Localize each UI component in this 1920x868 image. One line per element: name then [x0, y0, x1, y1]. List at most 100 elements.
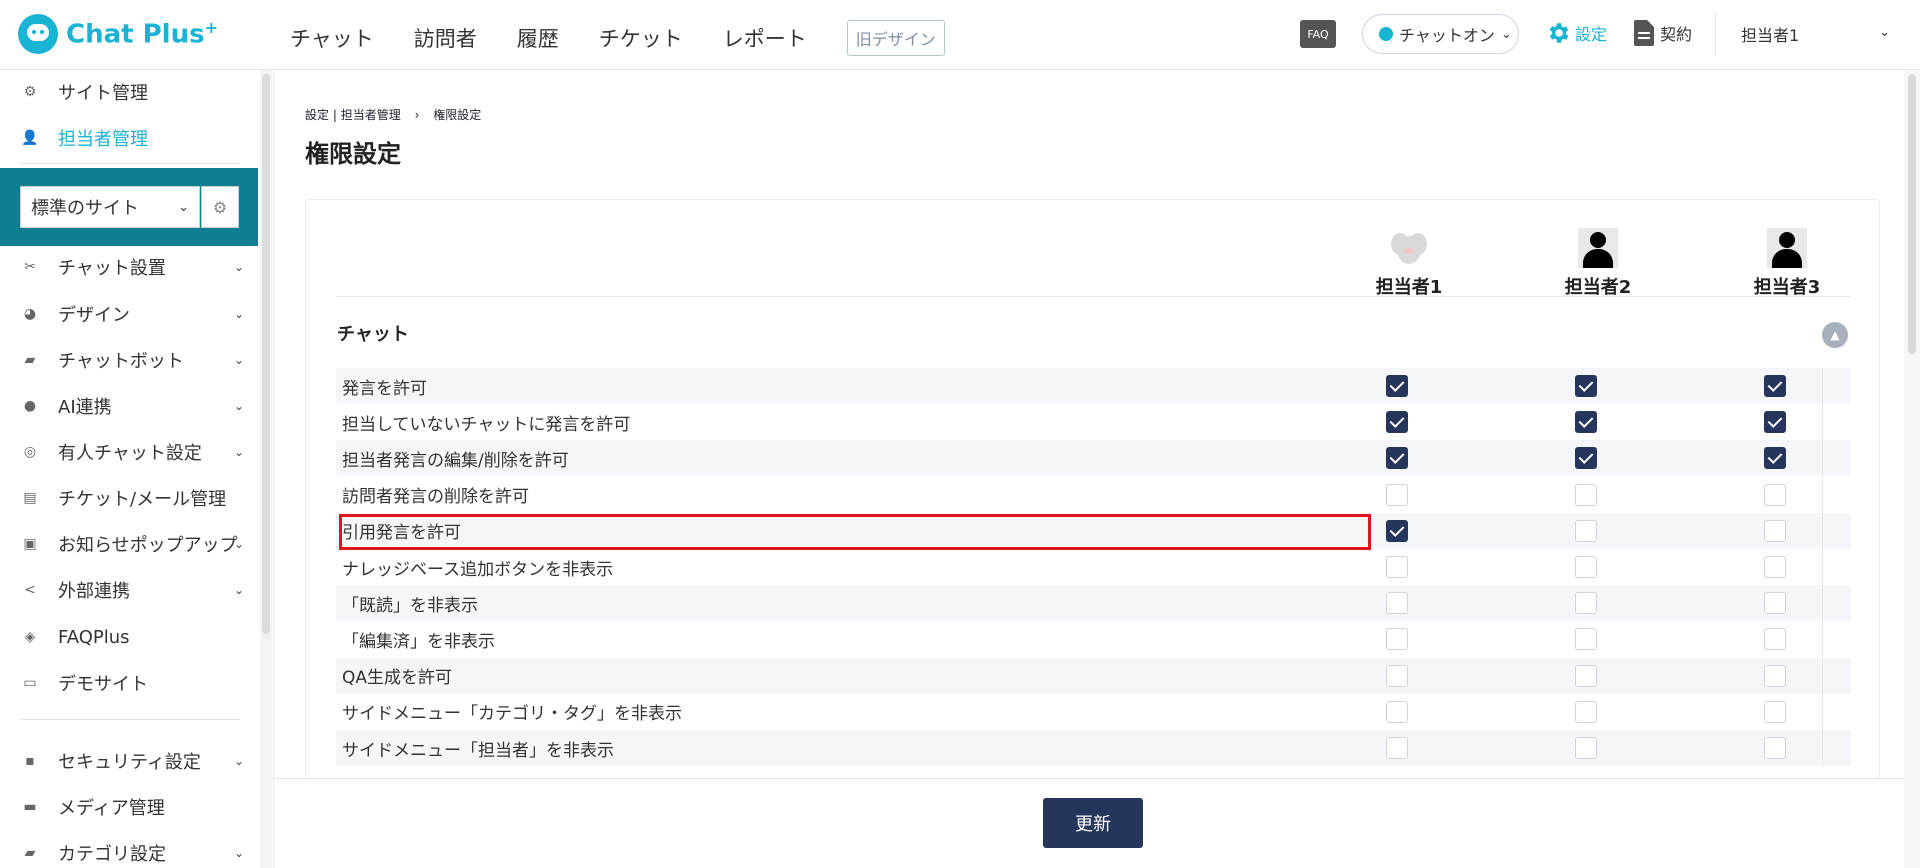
- sidebar-item-faqplus[interactable]: ◈ FAQPlus: [0, 617, 258, 657]
- permissions-panel: 担当者1 担当者2 担当者3 チャット ▲ 発言を許可 担当していないチャットに発…: [305, 199, 1880, 779]
- sidebar-item-demo[interactable]: ▭ デモサイト: [0, 663, 258, 703]
- headset-icon: ◎: [23, 444, 37, 460]
- permission-checkbox[interactable]: [1575, 375, 1597, 397]
- sidebar-scrollbar-thumb[interactable]: [262, 74, 270, 634]
- permission-checkbox[interactable]: [1575, 447, 1597, 470]
- sidebar-item-live-chat[interactable]: ◎ 有人チャット設定 ⌄: [0, 432, 258, 472]
- permission-checkbox[interactable]: [1575, 556, 1597, 578]
- sidebar-item-site-management[interactable]: ⚙ サイト管理: [0, 72, 258, 112]
- permission-checkbox[interactable]: [1386, 592, 1408, 615]
- permission-checkbox[interactable]: [1575, 700, 1597, 723]
- sidebar-item-integration[interactable]: < 外部連携 ⌄: [0, 570, 258, 610]
- permission-checkbox[interactable]: [1764, 700, 1786, 723]
- table-row: 発言を許可: [336, 368, 1851, 404]
- update-button[interactable]: 更新: [1043, 798, 1143, 848]
- permission-checkbox[interactable]: [1575, 628, 1597, 651]
- breadcrumb-settings[interactable]: 設定: [305, 108, 329, 122]
- permission-checkbox[interactable]: [1764, 592, 1786, 615]
- site-select-value: 標準のサイト: [31, 198, 139, 219]
- settings-label: 設定: [1575, 25, 1608, 44]
- table-row: QA生成を許可: [336, 657, 1851, 694]
- nav-reports[interactable]: レポート: [723, 23, 807, 53]
- chatplus-logo[interactable]: Chat Plus+: [18, 14, 218, 54]
- sidebar-item-chatbot[interactable]: ▰ チャットボット ⌄: [0, 340, 258, 380]
- sidebar-item-label: お知らせポップアップ: [58, 535, 238, 556]
- permission-checkbox[interactable]: [1764, 483, 1786, 506]
- breadcrumb-current: 権限設定: [433, 108, 482, 122]
- sidebar-item-ticket-mail[interactable]: ▤ チケット/メール管理: [0, 478, 258, 518]
- staff-column-header: 担当者3: [1727, 228, 1847, 299]
- staff-column-header: 担当者1: [1349, 228, 1469, 299]
- divider: [273, 70, 274, 868]
- top-nav: チャット 訪問者 履歴 チケット レポート 旧デザイン: [290, 20, 945, 56]
- permission-checkbox[interactable]: [1386, 556, 1408, 578]
- old-design-button[interactable]: 旧デザイン: [846, 20, 945, 56]
- gear-icon: [1549, 23, 1569, 43]
- site-settings-gear-icon[interactable]: ⚙: [201, 186, 239, 228]
- permission-checkbox[interactable]: [1764, 447, 1786, 470]
- permission-checkbox[interactable]: [1386, 483, 1408, 506]
- nav-chat[interactable]: チャット: [290, 23, 374, 53]
- contract-link[interactable]: 契約: [1634, 20, 1692, 46]
- site-select[interactable]: 標準のサイト ⌄: [20, 186, 200, 228]
- sidebar-item-media[interactable]: ▬ メディア管理: [0, 787, 258, 827]
- sidebar-item-label: チャット設置: [58, 258, 166, 279]
- permission-checkbox[interactable]: [1386, 664, 1408, 687]
- page-scrollbar-thumb[interactable]: [1908, 74, 1916, 354]
- permission-checkbox[interactable]: [1764, 556, 1786, 578]
- nav-tickets[interactable]: チケット: [599, 23, 683, 53]
- sidebar-item-chat-install[interactable]: ✂ チャット設置 ⌄: [0, 247, 258, 287]
- permission-checkbox[interactable]: [1386, 447, 1408, 470]
- permission-checkbox[interactable]: [1575, 737, 1597, 759]
- faq-icon[interactable]: FAQ: [1300, 20, 1336, 48]
- permission-checkbox[interactable]: [1764, 628, 1786, 651]
- sidebar-item-design[interactable]: ◕ デザイン ⌄: [0, 294, 258, 334]
- collapse-up-icon[interactable]: ▲: [1822, 322, 1848, 348]
- sidebar-item-staff-management[interactable]: 👤 担当者管理: [0, 118, 258, 158]
- divider: [1822, 621, 1823, 658]
- permission-label: 訪問者発言の削除を許可: [342, 487, 529, 508]
- chevron-down-icon: ⌄: [233, 754, 244, 768]
- document-icon: [1634, 20, 1654, 46]
- permission-checkbox[interactable]: [1764, 519, 1786, 542]
- table-row: 担当していないチャットに発言を許可: [336, 404, 1851, 441]
- sidebar: ⚙ サイト管理 👤 担当者管理 標準のサイト ⌄ ⚙ ✂ チャット設置 ⌄ ◕ デザイ…: [0, 70, 258, 868]
- table-row: 「既読」を非表示: [336, 585, 1851, 622]
- nav-history[interactable]: 履歴: [517, 23, 559, 53]
- sidebar-item-ai[interactable]: ● AI連携 ⌄: [0, 386, 258, 426]
- palette-icon: ◕: [23, 306, 37, 322]
- permission-checkbox[interactable]: [1575, 592, 1597, 615]
- divider: [20, 163, 240, 164]
- sidebar-item-label: メディア管理: [58, 798, 165, 819]
- status-dot-icon: [1379, 27, 1393, 41]
- permission-checkbox[interactable]: [1386, 628, 1408, 651]
- permission-checkbox[interactable]: [1764, 375, 1786, 397]
- sidebar-item-label: チケット/メール管理: [58, 489, 227, 510]
- permission-checkbox[interactable]: [1386, 411, 1408, 434]
- permission-checkbox[interactable]: [1386, 519, 1408, 542]
- permission-label: サイドメニュー「担当者」を非表示: [342, 740, 614, 761]
- nav-visitors[interactable]: 訪問者: [414, 23, 477, 53]
- chat-status-dropdown[interactable]: チャットオン ⌄: [1362, 14, 1519, 54]
- breadcrumb-staff[interactable]: 担当者管理: [341, 108, 401, 122]
- permission-checkbox[interactable]: [1575, 483, 1597, 506]
- sidebar-item-category[interactable]: ▰ カテゴリ設定 ⌄: [0, 833, 258, 868]
- permission-checkbox[interactable]: [1386, 375, 1408, 397]
- permission-checkbox[interactable]: [1764, 664, 1786, 687]
- settings-link[interactable]: 設定: [1545, 20, 1607, 46]
- site-selector-box: 標準のサイト ⌄ ⚙: [0, 168, 258, 246]
- permission-checkbox[interactable]: [1575, 664, 1597, 687]
- sidebar-item-security[interactable]: ▪ セキュリティ設定 ⌄: [0, 741, 258, 781]
- permission-checkbox[interactable]: [1386, 700, 1408, 723]
- chevron-down-icon: ⌄: [233, 537, 244, 551]
- permission-checkbox[interactable]: [1575, 411, 1597, 434]
- faq-shield-icon: ◈: [24, 629, 36, 645]
- permission-checkbox[interactable]: [1575, 519, 1597, 542]
- sidebar-item-label: 外部連携: [58, 581, 130, 602]
- permission-checkbox[interactable]: [1764, 737, 1786, 759]
- sidebar-item-popup[interactable]: ▣ お知らせポップアップ ⌄: [0, 524, 258, 564]
- user-menu[interactable]: 担当者1 ⌄: [1715, 12, 1890, 56]
- avatar: [1767, 228, 1807, 268]
- permission-checkbox[interactable]: [1764, 411, 1786, 434]
- permission-checkbox[interactable]: [1386, 737, 1408, 759]
